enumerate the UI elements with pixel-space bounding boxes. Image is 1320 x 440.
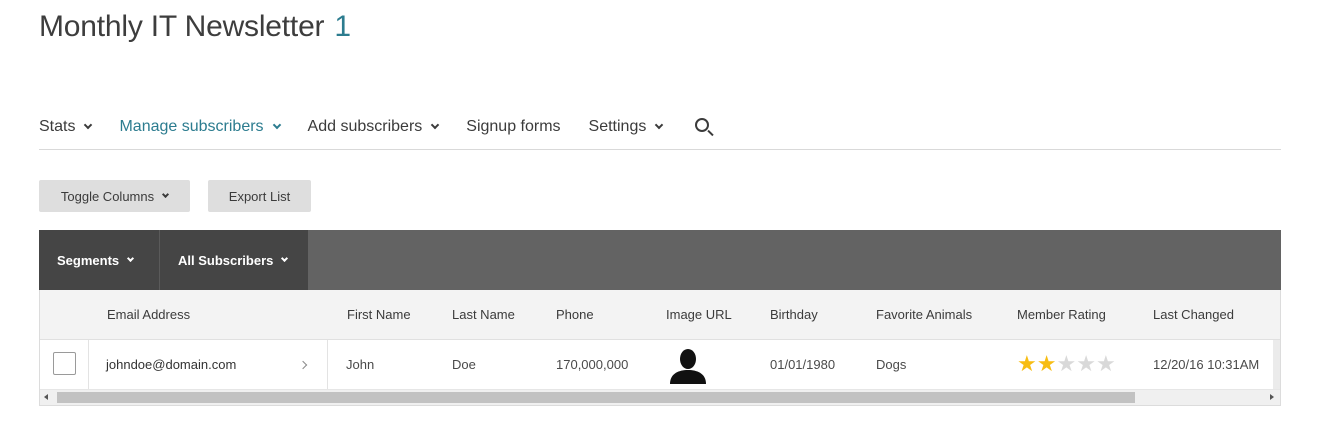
star-filled-icon: ★	[1017, 351, 1037, 376]
export-list-label: Export List	[228, 188, 291, 204]
user-silhouette-icon	[670, 349, 706, 384]
segments-dropdown[interactable]: Segments	[39, 230, 160, 290]
scrollbar-thumb[interactable]	[57, 392, 1135, 403]
chevron-down-icon	[162, 190, 170, 198]
nav-signup-forms-label: Signup forms	[466, 117, 561, 135]
member-rating-stars: ★ ★ ★ ★ ★	[1017, 353, 1116, 375]
column-header-last-changed[interactable]: Last Changed	[1153, 290, 1234, 340]
column-header-last-name[interactable]: Last Name	[452, 290, 515, 340]
star-empty-icon: ★	[1095, 351, 1116, 376]
chevron-down-icon	[655, 120, 664, 129]
scroll-left-arrow-icon[interactable]	[44, 394, 48, 400]
column-header-birthday[interactable]: Birthday	[770, 290, 818, 340]
chevron-down-icon	[272, 120, 281, 129]
search-icon[interactable]	[694, 117, 715, 137]
star-empty-icon: ★	[1056, 351, 1077, 376]
list-name: Monthly IT Newsletter	[39, 10, 325, 43]
email-address[interactable]: johndoe@domain.com	[106, 340, 236, 389]
table-row: johndoe@domain.com John Doe 170,000,000 …	[40, 340, 1280, 389]
nav-stats-label: Stats	[39, 117, 76, 135]
nav-manage-subscribers-label: Manage subscribers	[119, 117, 264, 135]
nav-add-subscribers[interactable]: Add subscribers	[307, 106, 440, 148]
column-header-email[interactable]: Email Address	[107, 290, 190, 340]
all-subscribers-label: All Subscribers	[178, 252, 274, 268]
first-name-cell: John	[346, 357, 375, 372]
table-header: Email Address First Name Last Name Phone…	[40, 290, 1280, 340]
phone-cell: 170,000,000	[556, 357, 629, 372]
star-filled-icon: ★	[1036, 351, 1057, 376]
row-checkbox[interactable]	[53, 352, 76, 375]
column-header-member-rating[interactable]: Member Rating	[1017, 290, 1106, 340]
nav-settings-label: Settings	[588, 117, 647, 135]
nav-manage-subscribers[interactable]: Manage subscribers	[119, 106, 281, 148]
nav-stats[interactable]: Stats	[39, 106, 93, 148]
column-header-favorite-animals[interactable]: Favorite Animals	[876, 290, 972, 340]
favorite-animals-cell: Dogs	[876, 357, 907, 372]
chevron-down-icon	[431, 120, 440, 129]
toggle-columns-button[interactable]: Toggle Columns	[39, 180, 190, 212]
subscribers-table: Email Address First Name Last Name Phone…	[39, 290, 1281, 406]
email-cell[interactable]: johndoe@domain.com	[89, 340, 328, 389]
segment-bar: Segments All Subscribers	[39, 230, 1281, 290]
all-subscribers-dropdown[interactable]: All Subscribers	[160, 230, 308, 290]
scroll-right-arrow-icon[interactable]	[1270, 394, 1274, 400]
nav-settings[interactable]: Settings	[588, 106, 664, 148]
chevron-right-icon	[298, 360, 308, 370]
chevron-down-icon	[84, 120, 93, 129]
row-edge	[1273, 340, 1280, 389]
row-select-cell	[40, 340, 89, 389]
horizontal-scrollbar[interactable]	[40, 389, 1280, 405]
list-nav: Stats Manage subscribers Add subscribers…	[39, 104, 1281, 150]
column-header-image-url[interactable]: Image URL	[666, 290, 732, 340]
chevron-down-icon	[281, 254, 289, 262]
nav-add-subscribers-label: Add subscribers	[307, 117, 423, 135]
chevron-down-icon	[127, 254, 135, 262]
export-list-button[interactable]: Export List	[208, 180, 311, 212]
column-header-phone[interactable]: Phone	[556, 290, 594, 340]
column-header-first-name[interactable]: First Name	[347, 290, 411, 340]
nav-signup-forms[interactable]: Signup forms	[466, 106, 560, 148]
segments-label: Segments	[57, 252, 120, 268]
page-title: Monthly IT Newsletter 1	[39, 10, 351, 44]
toggle-columns-label: Toggle Columns	[60, 188, 155, 204]
birthday-cell: 01/01/1980	[770, 357, 836, 372]
star-empty-icon: ★	[1076, 351, 1096, 376]
last-name-cell: Doe	[452, 357, 476, 372]
subscriber-count: 1	[334, 10, 351, 43]
last-changed-cell: 12/20/16 10:31AM	[1153, 357, 1260, 372]
